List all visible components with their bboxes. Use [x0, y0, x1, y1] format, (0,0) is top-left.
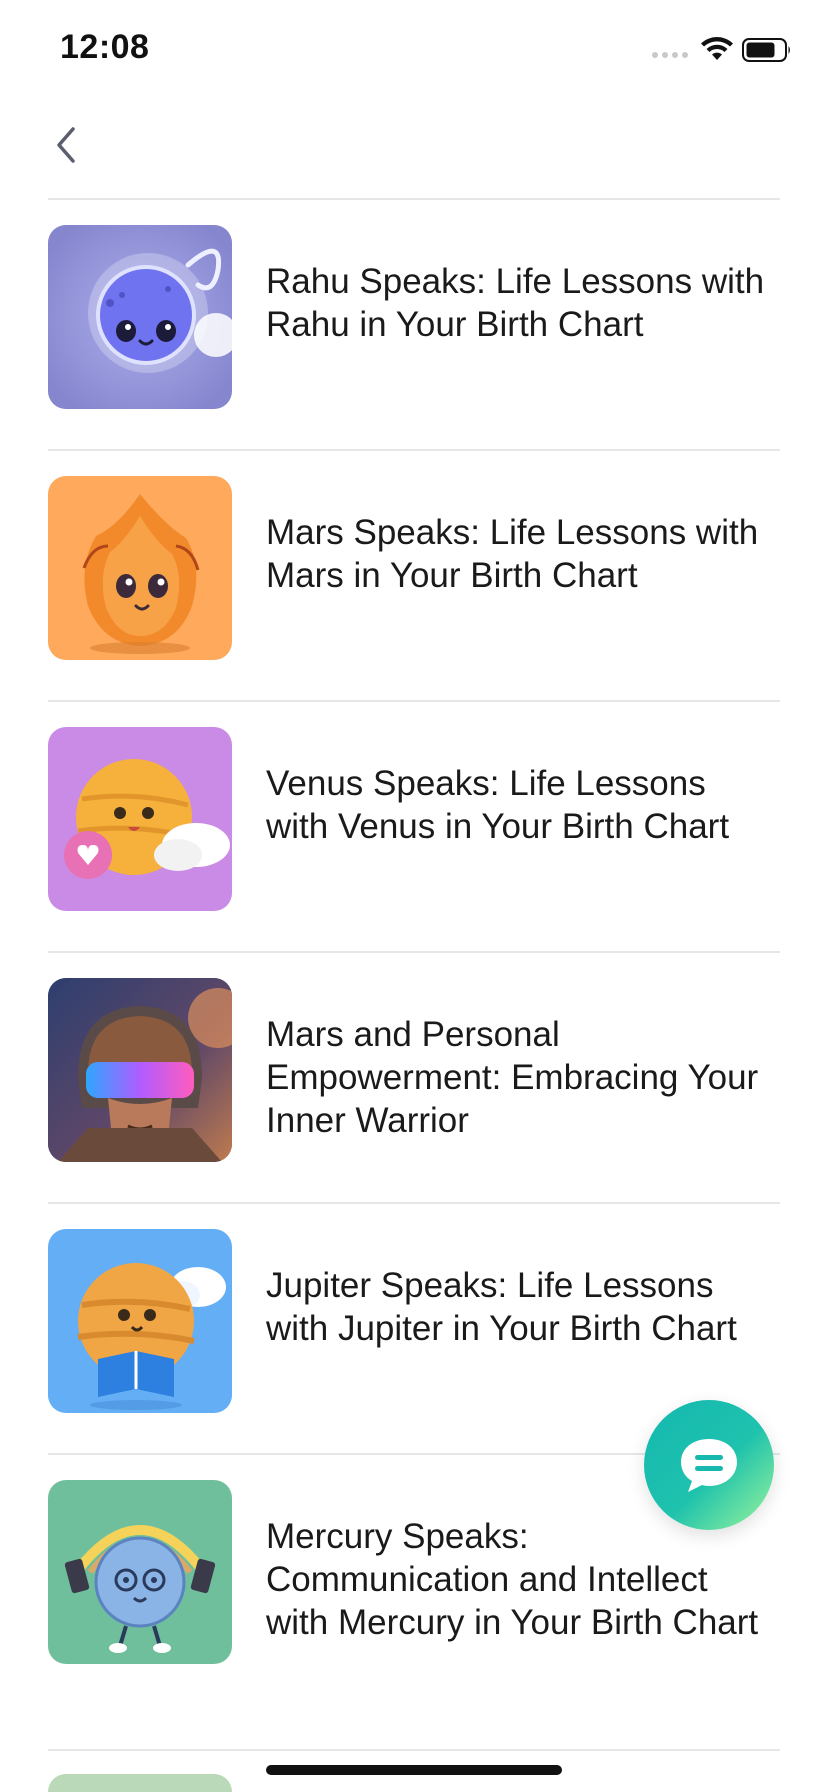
mars-flame-illustration-icon: [48, 476, 232, 660]
article-title: Rahu Speaks: Life Lessons with Rahu in Y…: [266, 262, 765, 344]
article-thumbnail: [48, 1229, 232, 1413]
article-title: Mercury Speaks: Communication and Intell…: [266, 1517, 759, 1642]
battery-icon: [742, 38, 790, 62]
cellular-signal-icon: [652, 52, 688, 58]
list-item[interactable]: Rahu Speaks: Life Lessons with Rahu in Y…: [48, 200, 780, 451]
warrior-illustration-icon: [48, 978, 232, 1162]
list-item[interactable]: Mars and Personal Empowerment: Embracing…: [48, 953, 780, 1204]
article-title: Venus Speaks: Life Lessons with Venus in…: [266, 764, 730, 846]
status-time: 12:08: [60, 28, 150, 66]
article-title: Mars Speaks: Life Lessons with Mars in Y…: [266, 513, 759, 595]
chat-button[interactable]: [644, 1400, 774, 1530]
article-thumbnail: [48, 1480, 232, 1664]
chevron-left-icon: [57, 127, 75, 163]
venus-illustration-icon: [48, 727, 232, 911]
chat-bubble-icon: [681, 1439, 737, 1492]
article-thumbnail: [48, 978, 232, 1162]
rahu-illustration-icon: [48, 225, 232, 409]
article-thumbnail: [48, 476, 232, 660]
mercury-illustration-icon: [48, 1480, 232, 1664]
article-thumbnail-partial[interactable]: [48, 1774, 232, 1792]
wifi-icon: [701, 37, 733, 60]
back-button[interactable]: [44, 120, 88, 170]
list-item[interactable]: Mars Speaks: Life Lessons with Mars in Y…: [48, 451, 780, 702]
article-title: Jupiter Speaks: Life Lessons with Jupite…: [266, 1266, 737, 1348]
home-indicator: [266, 1765, 562, 1775]
jupiter-illustration-icon: [48, 1229, 232, 1413]
navigation-bar: [0, 100, 828, 198]
status-bar: 12:08: [0, 0, 828, 100]
list-divider: [48, 1749, 780, 1751]
article-title: Mars and Personal Empowerment: Embracing…: [266, 1015, 759, 1140]
article-thumbnail: [48, 727, 232, 911]
article-thumbnail: [48, 225, 232, 409]
list-item[interactable]: Venus Speaks: Life Lessons with Venus in…: [48, 702, 780, 953]
screen: 12:08 Rahu Speaks: Life Lessons with Rah…: [0, 0, 828, 1792]
